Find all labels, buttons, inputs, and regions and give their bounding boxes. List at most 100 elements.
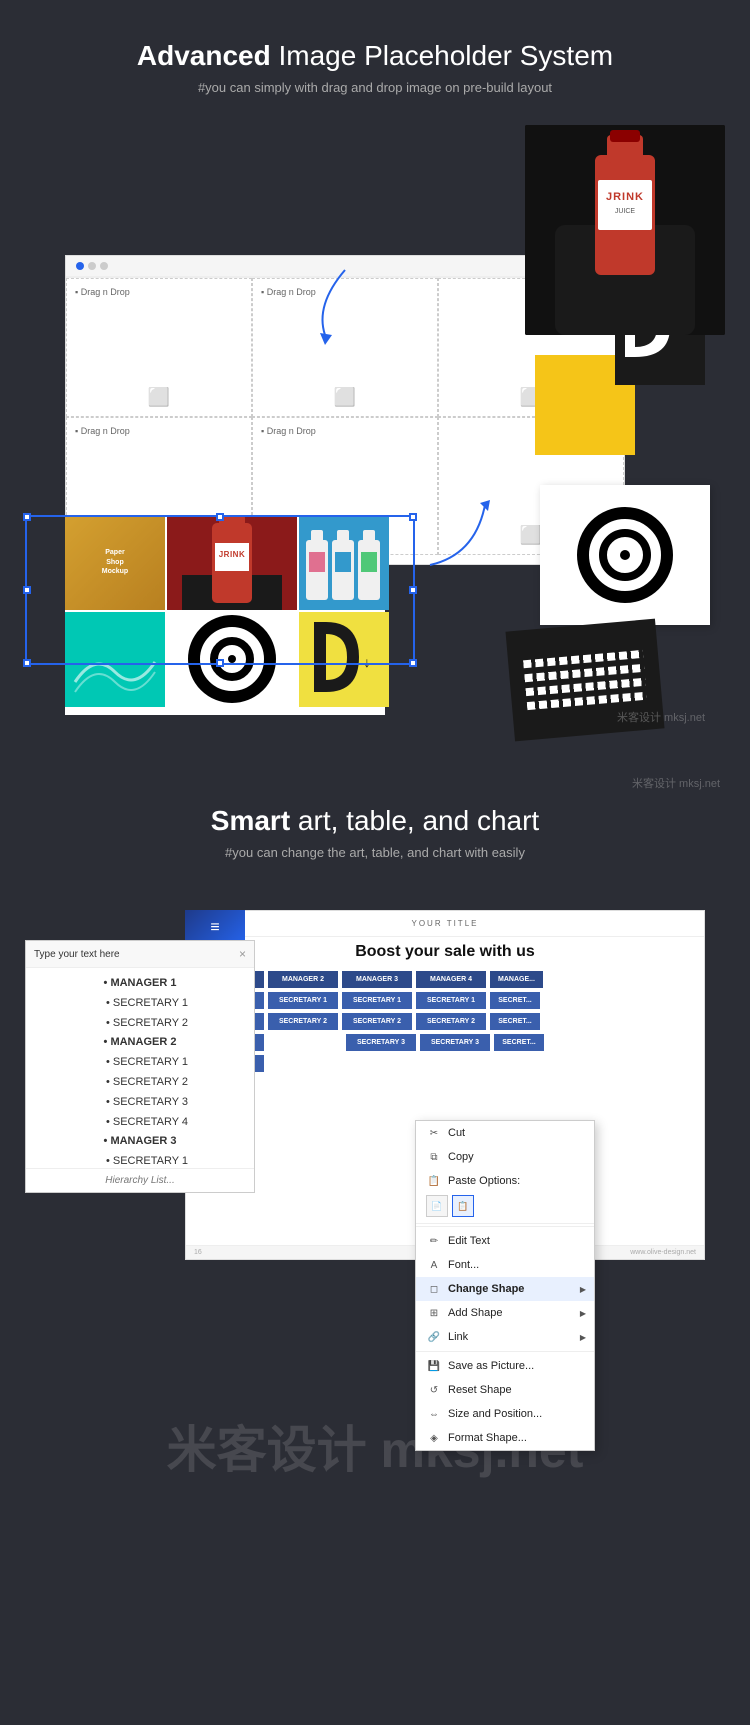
smartart-area: ≡ Type your text here × MANAGER 1 SECRET… bbox=[25, 880, 725, 1380]
slide-logo: ≡ bbox=[210, 919, 219, 937]
ctx-link[interactable]: 🔗 Link bbox=[416, 1325, 594, 1349]
placeholder-area: 米客设计 mksj.net bbox=[25, 125, 725, 745]
section-advanced: Advanced Image Placeholder System #you c… bbox=[0, 0, 750, 765]
org-sec3-1: SECRETARY 1 bbox=[342, 992, 412, 1009]
ctx-reset-shape[interactable]: ↺ Reset Shape bbox=[416, 1378, 594, 1402]
handle-lm[interactable] bbox=[23, 586, 31, 594]
link-icon: 🔗 bbox=[426, 1329, 442, 1345]
arrow-svg-1 bbox=[305, 265, 365, 345]
size-position-icon: ⇔ bbox=[426, 1406, 442, 1422]
frame-dot-2 bbox=[88, 262, 96, 270]
hp-item-sec2-1: SECRETARY 1 bbox=[48, 1053, 246, 1073]
save-picture-icon: 💾 bbox=[426, 1358, 442, 1374]
ctx-format-shape[interactable]: ◈ Format Shape... bbox=[416, 1426, 594, 1450]
ctx-add-shape[interactable]: ⊞ Add Shape bbox=[416, 1301, 594, 1325]
org-sec-row-4: SECRETARY 4 bbox=[194, 1055, 696, 1072]
hp-list: MANAGER 1 SECRETARY 1 SECRETARY 2 MANAGE… bbox=[26, 968, 254, 1168]
change-shape-icon: ◻ bbox=[426, 1281, 442, 1297]
arrow-svg-2 bbox=[425, 495, 505, 575]
cell-label-5: ▪ Drag n Drop bbox=[261, 426, 316, 436]
svg-text:JRINK: JRINK bbox=[606, 191, 644, 203]
add-shape-icon: ⊞ bbox=[426, 1305, 442, 1321]
paste-option-1[interactable]: 📄 bbox=[426, 1195, 448, 1217]
ctx-paste-label: 📋 Paste Options: bbox=[416, 1169, 594, 1191]
edit-text-icon: ✏ bbox=[426, 1233, 442, 1249]
bottle-mockup: JRINK JUICE bbox=[525, 125, 725, 335]
cell-label-4: ▪ Drag n Drop bbox=[75, 426, 130, 436]
section1-title: Advanced Image Placeholder System bbox=[20, 40, 730, 72]
org-mgr-4: MANAGER 4 bbox=[416, 971, 486, 988]
org-sec3-3: SECRETARY 3 bbox=[346, 1034, 416, 1051]
right-design-2 bbox=[510, 485, 710, 735]
handle-tl[interactable] bbox=[23, 513, 31, 521]
bottle-svg: JRINK JUICE bbox=[525, 125, 725, 335]
org-sec3-2: SECRETARY 2 bbox=[342, 1013, 412, 1030]
ctx-change-shape[interactable]: ◻ Change Shape bbox=[416, 1277, 594, 1301]
org-sec2-1: SECRETARY 1 bbox=[268, 992, 338, 1009]
bottom-watermark: 米客设计 mksj.net bbox=[0, 1390, 750, 1492]
hp-item-mgr3: MANAGER 3 bbox=[34, 1132, 246, 1152]
paste-icon: 📋 bbox=[426, 1173, 442, 1189]
handle-bl[interactable] bbox=[23, 659, 31, 667]
ctx-font[interactable]: A Font... bbox=[416, 1253, 594, 1277]
ctx-size-position[interactable]: ⇔ Size and Position... bbox=[416, 1402, 594, 1426]
org-slide-title: Boost your sale with us bbox=[186, 937, 704, 971]
change-shape-label: Change Shape bbox=[448, 1283, 524, 1295]
ctx-save-picture[interactable]: 💾 Save as Picture... bbox=[416, 1354, 594, 1378]
copy-icon: ⧉ bbox=[426, 1149, 442, 1165]
frame-dots bbox=[76, 262, 108, 270]
scissors-icon: ✂ bbox=[426, 1125, 442, 1141]
slide-page-num: 16 bbox=[194, 1249, 202, 1256]
handle-bm[interactable] bbox=[216, 659, 224, 667]
slide-website: www.olive-design.net bbox=[630, 1249, 696, 1256]
org-mgr-3: MANAGER 3 bbox=[342, 971, 412, 988]
hp-footer: Hierarchy List... bbox=[26, 1168, 254, 1192]
section-smart: 米客设计 mksj.net Smart art, table, and char… bbox=[0, 765, 750, 1390]
ctx-edit-text[interactable]: ✏ Edit Text bbox=[416, 1229, 594, 1253]
org-mgr-5: MANAGE... bbox=[490, 971, 543, 988]
hp-item-sec2-3: SECRETARY 3 bbox=[48, 1093, 246, 1113]
bottom-watermark-cn: 米客设计 bbox=[167, 1422, 367, 1478]
org-sec4-3: SECRETARY 3 bbox=[420, 1034, 490, 1051]
ctx-copy[interactable]: ⧉ Copy bbox=[416, 1145, 594, 1169]
format-shape-icon: ◈ bbox=[426, 1430, 442, 1446]
hp-item-sec1-1: SECRETARY 1 bbox=[48, 994, 246, 1014]
svg-text:JUICE: JUICE bbox=[615, 208, 636, 215]
hp-close-button[interactable]: × bbox=[239, 947, 246, 961]
target-card bbox=[540, 485, 710, 625]
org-sec-row-2: SECRETARY 2 SECRETARY 2 SECRETARY 2 SECR… bbox=[194, 1013, 696, 1030]
handle-br[interactable] bbox=[409, 659, 417, 667]
handle-tr[interactable] bbox=[409, 513, 417, 521]
ctx-sep-2 bbox=[416, 1351, 594, 1352]
org-sec5-2: SECRET... bbox=[490, 1013, 540, 1030]
handle-rm[interactable] bbox=[409, 586, 417, 594]
org-chart: MANAGER 1 MANAGER 2 MANAGER 3 MANAGER 4 … bbox=[186, 971, 704, 1076]
org-sec4-1: SECRETARY 1 bbox=[416, 992, 486, 1009]
selection-frame bbox=[25, 515, 415, 665]
hp-item-sec3-1: SECRETARY 1 bbox=[48, 1152, 246, 1168]
hp-item-sec1-2: SECRETARY 2 bbox=[48, 1014, 246, 1034]
org-mgr-2: MANAGER 2 bbox=[268, 971, 338, 988]
paste-option-2[interactable]: 📋 bbox=[452, 1195, 474, 1217]
ctx-sep-1 bbox=[416, 1226, 594, 1227]
hp-panel-title: Type your text here bbox=[34, 949, 120, 960]
ctx-cut[interactable]: ✂ Cut bbox=[416, 1121, 594, 1145]
arrow-2 bbox=[425, 495, 505, 580]
hp-item-sec2-4: SECRETARY 4 bbox=[48, 1113, 246, 1133]
hp-item-mgr1: MANAGER 1 bbox=[34, 974, 246, 994]
target-card-svg bbox=[575, 505, 675, 605]
org-slide-header: YOUR TITLE bbox=[186, 911, 704, 937]
section2-title: Smart art, table, and chart bbox=[20, 805, 730, 837]
image-placeholder-icon-2: ⬜ bbox=[334, 387, 356, 408]
org-sec5-1: SECRET... bbox=[490, 992, 540, 1009]
org-manager-row: MANAGER 1 MANAGER 2 MANAGER 3 MANAGER 4 … bbox=[194, 971, 696, 988]
section2-subtitle: #you can change the art, table, and char… bbox=[20, 845, 730, 860]
hp-titlebar: Type your text here × bbox=[26, 941, 254, 968]
reset-shape-icon: ↺ bbox=[426, 1382, 442, 1398]
context-menu: ✂ Cut ⧉ Copy 📋 Paste Options: 📄 📋 ✏ Edit bbox=[415, 1120, 595, 1451]
org-sec4-2: SECRETARY 2 bbox=[416, 1013, 486, 1030]
handle-tm[interactable] bbox=[216, 513, 224, 521]
hierarchy-panel: Type your text here × MANAGER 1 SECRETAR… bbox=[25, 940, 255, 1193]
mksj-watermark-frame: 米客设计 mksj.net bbox=[617, 709, 705, 725]
hp-item-sec2-2: SECRETARY 2 bbox=[48, 1073, 246, 1093]
